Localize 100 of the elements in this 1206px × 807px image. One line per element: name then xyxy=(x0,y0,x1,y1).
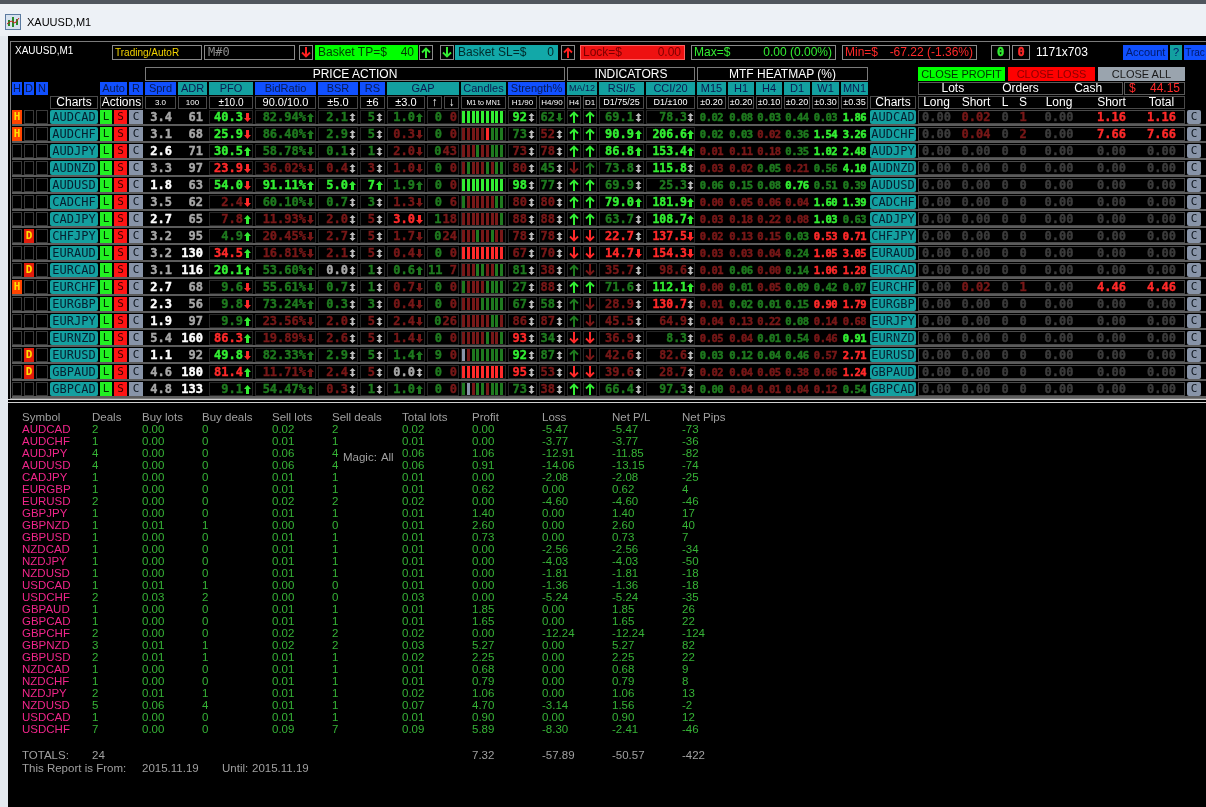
action-button[interactable]: C xyxy=(129,365,143,379)
close-button[interactable]: C xyxy=(1187,178,1201,192)
action-button[interactable]: S xyxy=(114,348,127,362)
symbol-button[interactable]: AUDCAD xyxy=(50,110,98,124)
symbol-button[interactable]: EURGBP xyxy=(870,297,916,311)
magic-number-field[interactable]: M#0 xyxy=(204,45,295,60)
close-button[interactable]: C xyxy=(1187,212,1201,226)
action-button[interactable]: C xyxy=(129,297,143,311)
symbol-button[interactable]: EURCAD xyxy=(870,263,916,277)
action-button[interactable]: S xyxy=(114,161,127,175)
close-button[interactable]: C xyxy=(1187,331,1201,345)
symbol-button[interactable]: EURUSD xyxy=(870,348,916,362)
action-button[interactable]: L xyxy=(100,195,112,209)
action-button[interactable]: S xyxy=(114,314,127,328)
action-button[interactable]: C xyxy=(129,331,143,345)
action-button[interactable]: L xyxy=(100,297,112,311)
action-button[interactable]: S xyxy=(114,127,127,141)
close-button[interactable]: C xyxy=(1187,110,1201,124)
symbol-button[interactable]: CHFJPY xyxy=(50,229,98,243)
symbol-button[interactable]: CADJPY xyxy=(50,212,98,226)
action-button[interactable]: C xyxy=(129,280,143,294)
action-button[interactable]: C xyxy=(129,110,143,124)
action-button[interactable]: S xyxy=(114,195,127,209)
symbol-button[interactable]: AUDUSD xyxy=(870,178,916,192)
symbol-button[interactable]: AUDCHF xyxy=(870,127,916,141)
toolbar-button[interactable]: ? xyxy=(1170,45,1182,60)
symbol-button[interactable]: AUDJPY xyxy=(870,144,916,158)
mode-button[interactable]: Trading/AutoR xyxy=(112,45,202,60)
action-button[interactable]: L xyxy=(100,161,112,175)
close-button[interactable]: C xyxy=(1187,297,1201,311)
action-button[interactable]: C xyxy=(129,314,143,328)
action-button[interactable]: L xyxy=(100,110,112,124)
action-button[interactable]: S xyxy=(114,212,127,226)
close-button[interactable]: C xyxy=(1187,382,1201,396)
action-button[interactable]: C xyxy=(129,246,143,260)
action-button[interactable]: C xyxy=(129,144,143,158)
up-arrow-button[interactable] xyxy=(561,45,575,60)
up-arrow-button[interactable] xyxy=(419,45,433,60)
symbol-button[interactable]: AUDNZD xyxy=(50,161,98,175)
action-button[interactable]: S xyxy=(114,246,127,260)
action-button[interactable]: C xyxy=(129,195,143,209)
symbol-button[interactable]: AUDNZD xyxy=(870,161,916,175)
action-button[interactable]: L xyxy=(100,348,112,362)
symbol-button[interactable]: EURJPY xyxy=(870,314,916,328)
symbol-button[interactable]: AUDCHF xyxy=(50,127,98,141)
close-orders-button[interactable]: CLOSE ALL xyxy=(1098,67,1185,81)
action-button[interactable]: L xyxy=(100,212,112,226)
symbol-button[interactable]: GBPAUD xyxy=(50,365,98,379)
action-button[interactable]: C xyxy=(129,161,143,175)
symbol-button[interactable]: EURAUD xyxy=(50,246,98,260)
action-button[interactable]: L xyxy=(100,246,112,260)
close-button[interactable]: C xyxy=(1187,263,1201,277)
action-button[interactable]: S xyxy=(114,280,127,294)
symbol-button[interactable]: EURUSD xyxy=(50,348,98,362)
symbol-button[interactable]: AUDUSD xyxy=(50,178,98,192)
symbol-button[interactable]: EURCHF xyxy=(870,280,916,294)
close-button[interactable]: C xyxy=(1187,195,1201,209)
action-button[interactable]: S xyxy=(114,297,127,311)
symbol-button[interactable]: GBPCAD xyxy=(50,382,98,396)
symbol-button[interactable]: AUDJPY xyxy=(50,144,98,158)
symbol-button[interactable]: CHFJPY xyxy=(870,229,916,243)
action-button[interactable]: C xyxy=(129,178,143,192)
action-button[interactable]: S xyxy=(114,144,127,158)
action-button[interactable]: L xyxy=(100,127,112,141)
close-button[interactable]: C xyxy=(1187,246,1201,260)
action-button[interactable]: L xyxy=(100,178,112,192)
symbol-button[interactable]: CADCHF xyxy=(870,195,916,209)
symbol-button[interactable]: CADCHF xyxy=(50,195,98,209)
close-button[interactable]: C xyxy=(1187,127,1201,141)
symbol-button[interactable]: EURNZD xyxy=(870,331,916,345)
symbol-button[interactable]: EURCAD xyxy=(50,263,98,277)
action-button[interactable]: C xyxy=(129,382,143,396)
action-button[interactable]: S xyxy=(114,229,127,243)
action-button[interactable]: S xyxy=(114,263,127,277)
action-button[interactable]: S xyxy=(114,178,127,192)
action-button[interactable]: S xyxy=(114,331,127,345)
action-button[interactable]: C xyxy=(129,212,143,226)
action-button[interactable]: L xyxy=(100,280,112,294)
symbol-button[interactable]: EURGBP xyxy=(50,297,98,311)
close-button[interactable]: C xyxy=(1187,348,1201,362)
symbol-button[interactable]: EURCHF xyxy=(50,280,98,294)
action-button[interactable]: C xyxy=(129,348,143,362)
close-button[interactable]: C xyxy=(1187,280,1201,294)
close-button[interactable]: C xyxy=(1187,144,1201,158)
symbol-button[interactable]: EURJPY xyxy=(50,314,98,328)
symbol-button[interactable]: CADJPY xyxy=(870,212,916,226)
close-button[interactable]: C xyxy=(1187,365,1201,379)
action-button[interactable]: L xyxy=(100,382,112,396)
close-orders-button[interactable]: CLOSE PROFIT xyxy=(918,67,1005,81)
symbol-button[interactable]: EURAUD xyxy=(870,246,916,260)
down-arrow-button[interactable] xyxy=(440,45,454,60)
close-button[interactable]: C xyxy=(1187,229,1201,243)
close-button[interactable]: C xyxy=(1187,161,1201,175)
close-button[interactable]: C xyxy=(1187,314,1201,328)
action-button[interactable]: S xyxy=(114,382,127,396)
symbol-button[interactable]: GBPAUD xyxy=(870,365,916,379)
action-button[interactable]: L xyxy=(100,314,112,328)
action-button[interactable]: C xyxy=(129,263,143,277)
symbol-button[interactable]: GBPCAD xyxy=(870,382,916,396)
action-button[interactable]: S xyxy=(114,365,127,379)
